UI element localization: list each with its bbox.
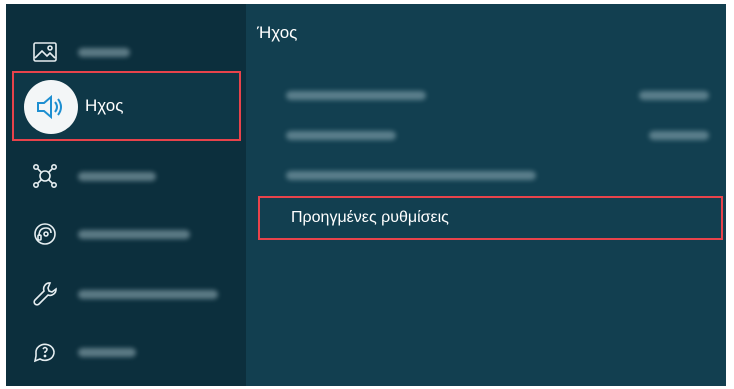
sound-icon (24, 80, 78, 134)
sidebar-item-sound[interactable]: Ηχος (12, 71, 241, 141)
sidebar-item-troubleshooting[interactable] (6, 204, 246, 264)
row-value (649, 131, 709, 140)
sidebar-item-label (78, 230, 190, 239)
sidebar-item-label (78, 290, 218, 299)
settings-content: Ήχος Προηγμένες ρυθμίσεις (246, 4, 726, 386)
settings-row[interactable] (259, 156, 715, 196)
sidebar-item-connection[interactable] (6, 146, 246, 206)
sidebar-item-label: Ηχος (85, 96, 124, 115)
sidebar-item-device-care[interactable] (6, 264, 246, 324)
help-chat-icon (28, 335, 62, 369)
sidebar-item-label (78, 172, 156, 181)
picture-icon (28, 35, 62, 69)
tv-settings-screen: Ηχος Ήχος Προηγμένες ρυθμίσεις (6, 4, 726, 386)
advanced-settings-item[interactable]: Προηγμένες ρυθμίσεις (258, 196, 723, 240)
sidebar-item-support[interactable] (6, 322, 246, 382)
page-title: Ήχος (257, 23, 298, 42)
settings-row[interactable] (259, 116, 715, 156)
row-label: Προηγμένες ρυθμίσεις (291, 209, 449, 226)
sidebar-item-label (78, 48, 130, 57)
wrench-icon (28, 277, 62, 311)
row-label (286, 171, 536, 180)
sidebar-item-label (78, 348, 136, 357)
settings-sidebar: Ηχος (6, 4, 246, 386)
connection-icon (28, 159, 62, 193)
settings-row[interactable] (259, 76, 715, 116)
row-value (639, 91, 709, 100)
row-label (286, 131, 396, 140)
support-headset-icon (28, 217, 62, 251)
row-label (286, 91, 426, 100)
